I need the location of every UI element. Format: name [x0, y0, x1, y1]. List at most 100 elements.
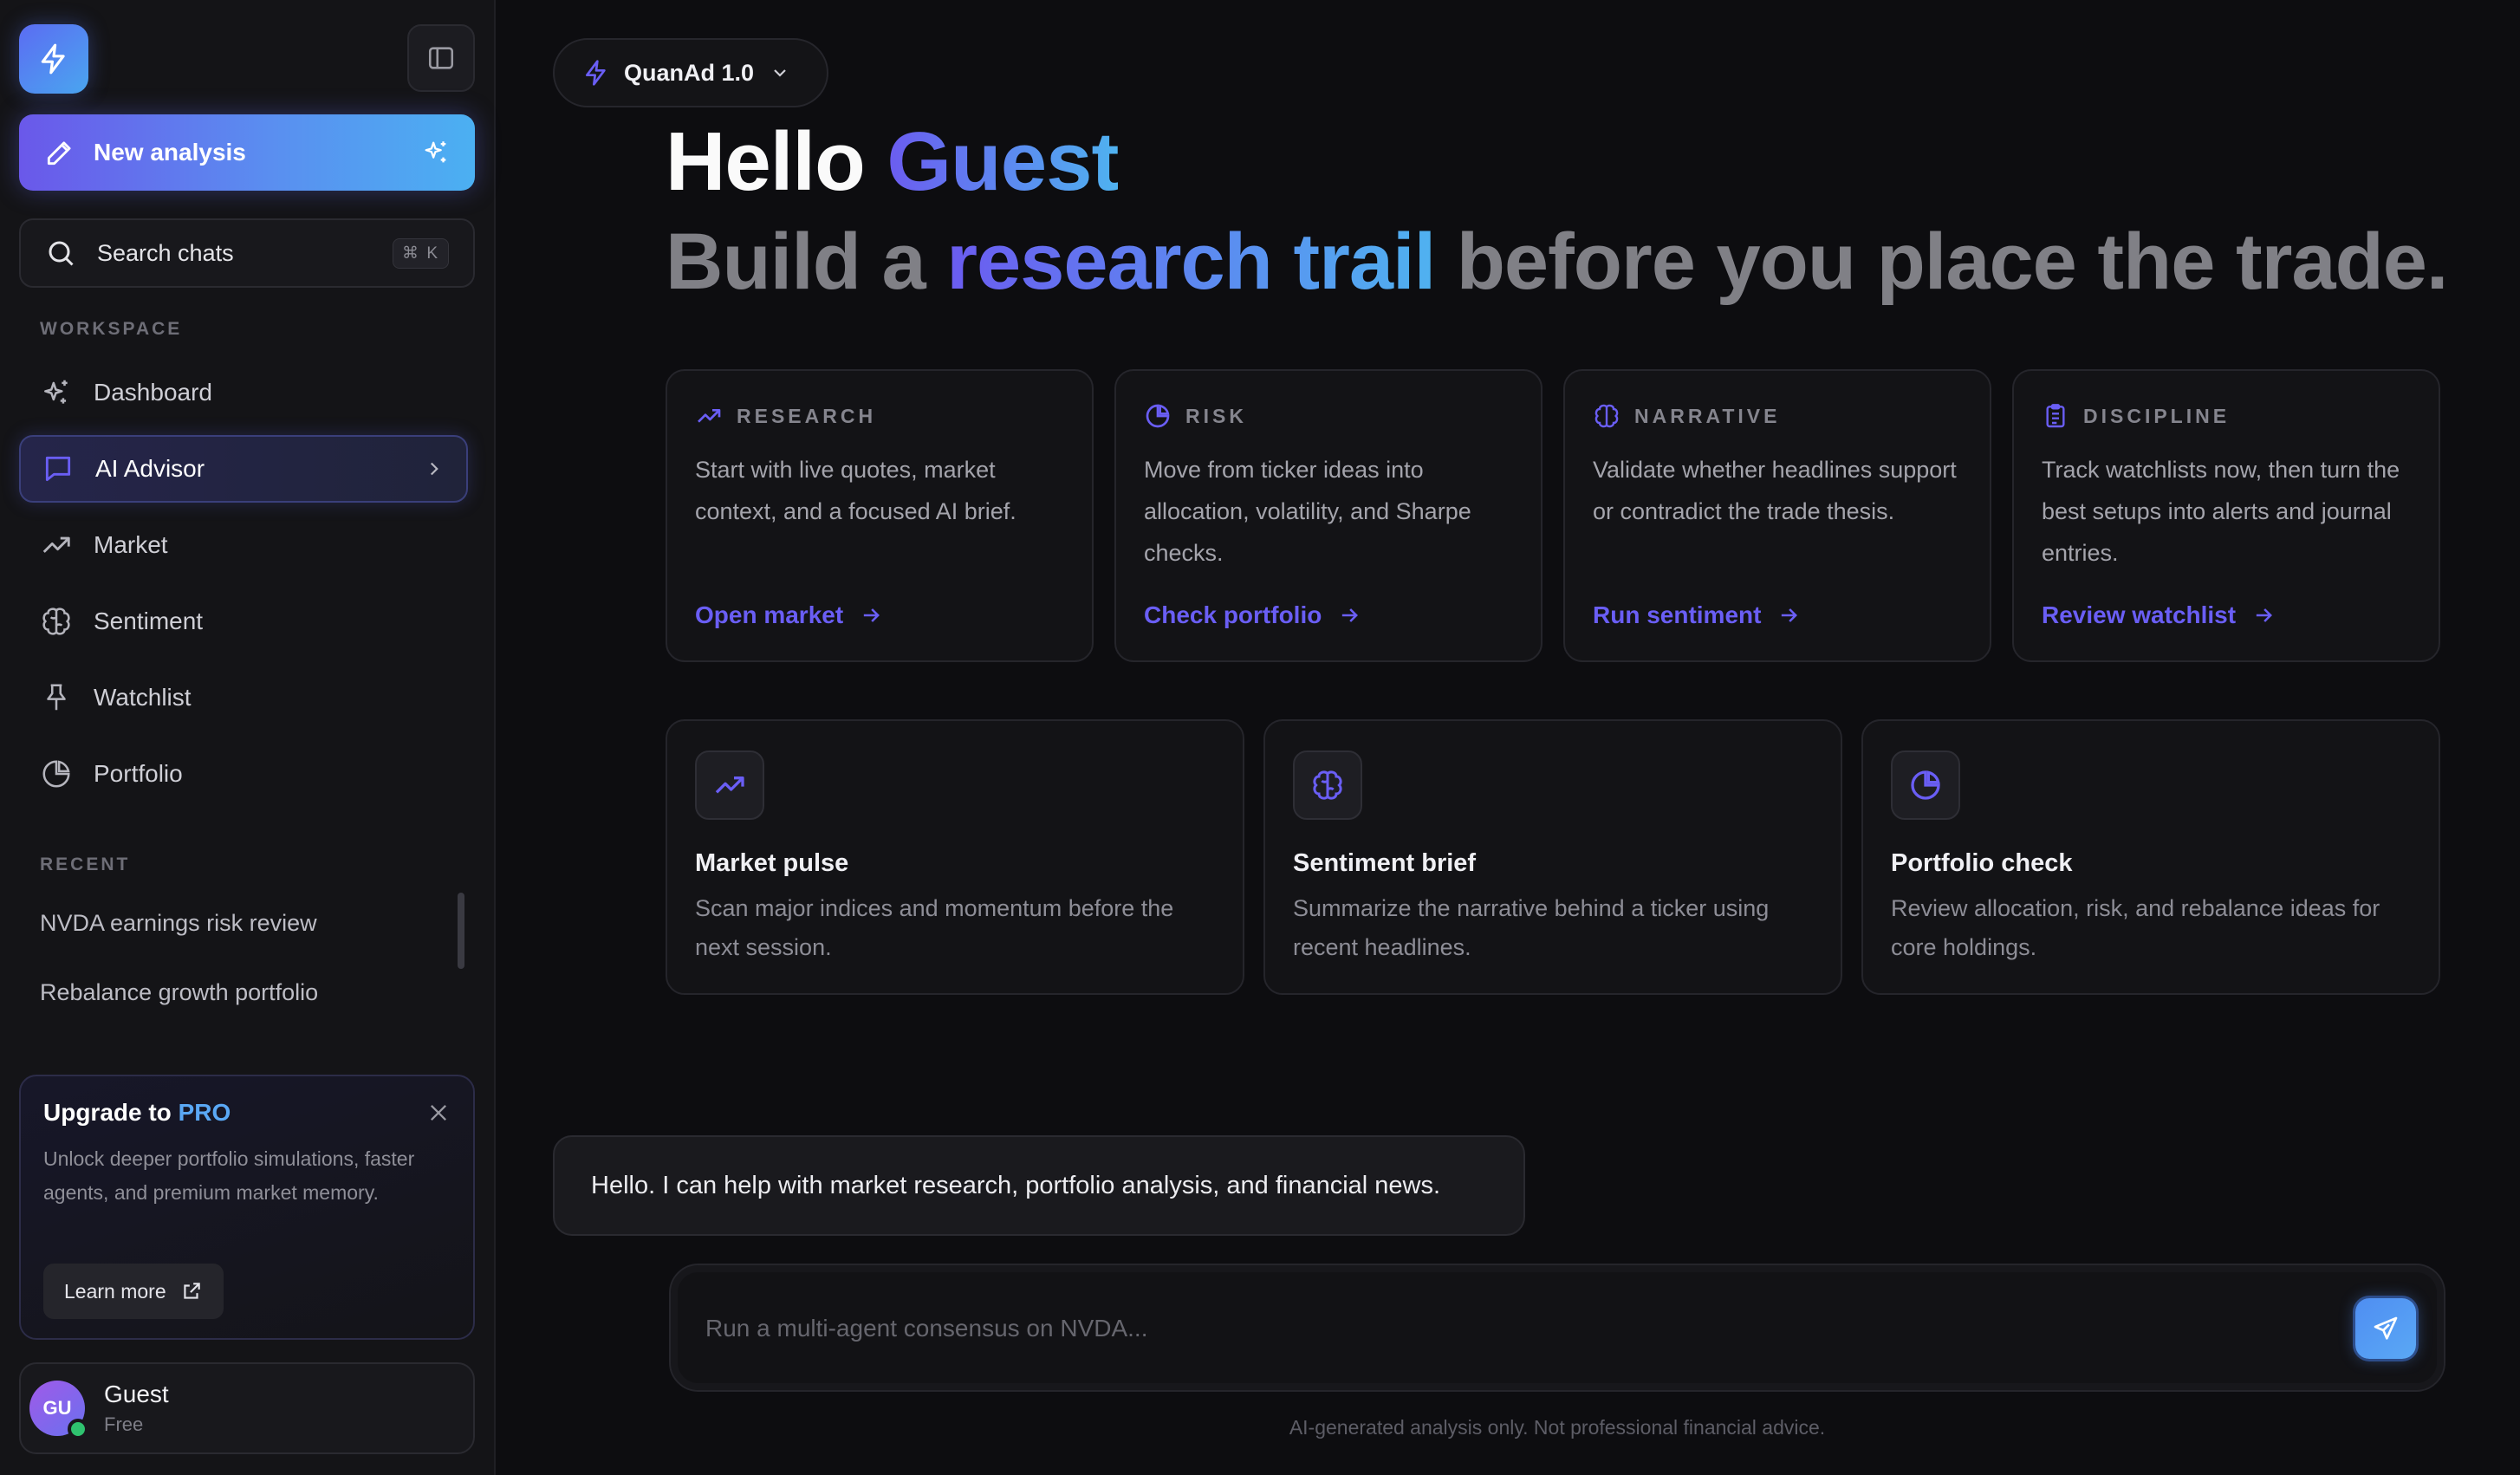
quick-card-icon-box	[1293, 750, 1362, 820]
disclaimer-text: AI-generated analysis only. Not professi…	[1289, 1416, 1826, 1439]
lightning-bolt-icon	[37, 42, 70, 75]
message-composer	[669, 1264, 2445, 1392]
send-icon	[2372, 1315, 2400, 1342]
sidebar-item-label: Market	[94, 531, 168, 558]
sparkles-icon	[40, 376, 73, 409]
card-description: Start with live quotes, market context, …	[695, 457, 1016, 524]
sidebar-item-market[interactable]: Market	[19, 511, 468, 579]
open-market-link[interactable]: Open market	[695, 601, 883, 629]
quick-card-title: Market pulse	[695, 849, 849, 877]
feature-card-research[interactable]: RESEARCH Start with live quotes, market …	[666, 369, 1094, 662]
quick-card-market-pulse[interactable]: Market pulse Scan major indices and mome…	[666, 719, 1244, 995]
app-logo[interactable]	[19, 24, 88, 94]
run-sentiment-link[interactable]: Run sentiment	[1593, 601, 1801, 629]
sidebar-item-dashboard[interactable]: Dashboard	[19, 359, 468, 426]
sidebar-item-label: Watchlist	[94, 684, 192, 711]
recent-scrollbar[interactable]	[458, 893, 464, 969]
new-analysis-button[interactable]: New analysis	[19, 114, 475, 191]
model-selector[interactable]: QuanAd 1.0	[553, 38, 828, 107]
feature-card-narrative[interactable]: NARRATIVE Validate whether headlines sup…	[1563, 369, 1991, 662]
close-icon[interactable]	[426, 1101, 451, 1125]
check-portfolio-link[interactable]: Check portfolio	[1144, 601, 1361, 629]
trend-up-icon	[40, 529, 73, 562]
pie-chart-icon	[40, 757, 73, 790]
user-plan: Free	[104, 1413, 144, 1435]
sidebar-item-label: Portfolio	[94, 760, 183, 787]
hero-greeting: Hello Guest	[666, 114, 1119, 210]
upgrade-description: Unlock deeper portfolio simulations, fas…	[43, 1147, 415, 1204]
sidebar-item-label: Dashboard	[94, 379, 212, 406]
feature-card-risk[interactable]: RISK Move from ticker ideas into allocat…	[1114, 369, 1543, 662]
learn-more-button[interactable]: Learn more	[43, 1264, 224, 1319]
arrow-right-icon	[1337, 603, 1361, 627]
brain-icon	[1593, 402, 1620, 430]
tagline-highlight: research trail	[946, 218, 1436, 306]
card-link-label: Review watchlist	[2042, 601, 2237, 628]
upgrade-title: Upgrade to PRO	[43, 1099, 451, 1127]
search-shortcut: ⌘ K	[393, 237, 449, 269]
chevron-down-icon	[770, 62, 790, 83]
trend-up-icon	[712, 768, 747, 802]
recent-chat-item[interactable]: NVDA earnings risk review	[40, 910, 317, 937]
arrow-right-icon	[2251, 603, 2276, 627]
quick-card-title: Portfolio check	[1891, 849, 2073, 877]
card-link-label: Run sentiment	[1593, 601, 1762, 628]
card-link-label: Open market	[695, 601, 844, 628]
learn-more-label: Learn more	[64, 1279, 166, 1303]
sidebar-item-watchlist[interactable]: Watchlist	[19, 664, 468, 731]
review-watchlist-link[interactable]: Review watchlist	[2042, 601, 2276, 629]
card-category-label: RISK	[1185, 404, 1247, 427]
model-name: QuanAd 1.0	[624, 59, 755, 86]
card-category-label: DISCIPLINE	[2083, 404, 2231, 427]
upgrade-pro-label: PRO	[178, 1099, 231, 1126]
sparkles-icon	[421, 138, 451, 167]
upgrade-card: Upgrade to PRO Unlock deeper portfolio s…	[19, 1075, 475, 1340]
pie-chart-icon	[1144, 402, 1172, 430]
send-button[interactable]	[2355, 1298, 2416, 1359]
pencil-icon	[43, 136, 76, 169]
card-description: Move from ticker ideas into allocation, …	[1144, 457, 1471, 566]
card-category: RESEARCH	[695, 402, 876, 430]
brain-icon	[1310, 768, 1345, 802]
card-category-label: RESEARCH	[737, 404, 877, 427]
clipboard-icon	[2042, 402, 2069, 430]
sidebar-toggle-button[interactable]	[407, 24, 475, 92]
external-link-icon	[180, 1280, 203, 1303]
search-icon	[45, 237, 76, 269]
greeting-text: Hello	[666, 115, 866, 208]
quick-card-description: Summarize the narrative behind a ticker …	[1293, 895, 1770, 960]
card-description: Track watchlists now, then turn the best…	[2042, 457, 2400, 566]
greeting-name: Guest	[887, 115, 1119, 208]
pie-chart-icon	[1908, 768, 1943, 802]
recent-section-label: RECENT	[40, 854, 131, 874]
arrow-right-icon	[859, 603, 883, 627]
trend-up-icon	[695, 402, 723, 430]
hero-tagline: Build a research trail before you place …	[666, 217, 2448, 308]
quick-card-portfolio-check[interactable]: Portfolio check Review allocation, risk,…	[1861, 719, 2440, 995]
brain-icon	[40, 605, 73, 638]
sidebar-item-ai-advisor[interactable]: AI Advisor	[19, 435, 468, 503]
feature-card-discipline[interactable]: DISCIPLINE Track watchlists now, then tu…	[2012, 369, 2440, 662]
assistant-message-text: Hello. I can help with market research, …	[591, 1171, 1441, 1199]
quick-card-sentiment-brief[interactable]: Sentiment brief Summarize the narrative …	[1263, 719, 1842, 995]
card-category: DISCIPLINE	[2042, 402, 2230, 430]
quick-card-icon-box	[1891, 750, 1960, 820]
arrow-right-icon	[1776, 603, 1801, 627]
recent-chat-item[interactable]: Rebalance growth portfolio	[40, 979, 318, 1006]
search-chats-label: Search chats	[97, 239, 234, 266]
quick-card-icon-box	[695, 750, 764, 820]
upgrade-title-text: Upgrade to	[43, 1099, 172, 1126]
sidebar-item-sentiment[interactable]: Sentiment	[19, 588, 468, 655]
chat-bubble-icon	[42, 452, 75, 485]
quick-card-description: Scan major indices and momentum before t…	[695, 895, 1174, 960]
user-meta: Guest Free	[104, 1381, 169, 1436]
assistant-message: Hello. I can help with market research, …	[553, 1135, 1525, 1236]
search-chats-button[interactable]: Search chats ⌘ K	[19, 218, 475, 288]
tagline-start: Build a	[666, 218, 926, 306]
message-input[interactable]	[705, 1291, 2326, 1366]
workspace-section-label: WORKSPACE	[40, 319, 183, 339]
sidebar-item-portfolio[interactable]: Portfolio	[19, 740, 468, 808]
chevron-right-icon	[423, 458, 445, 480]
user-profile-card[interactable]: GU Guest Free	[19, 1362, 475, 1454]
lightning-bolt-icon	[582, 59, 610, 87]
